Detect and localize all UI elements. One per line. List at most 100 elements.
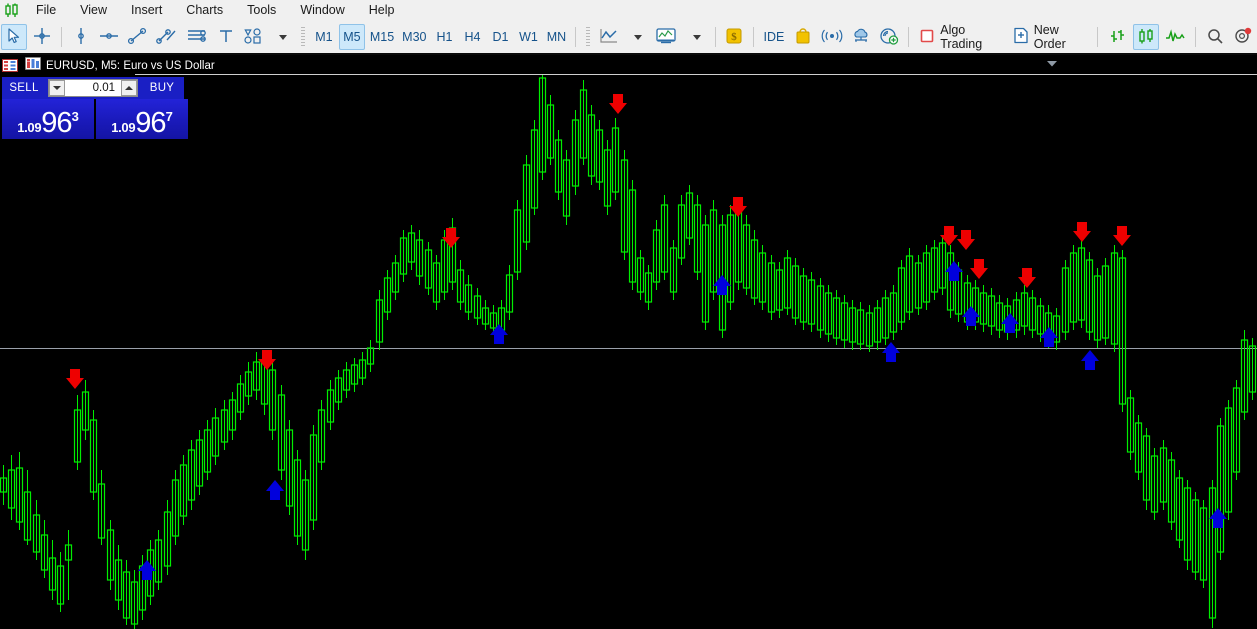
- bid-price[interactable]: 1.09 96 3: [2, 99, 94, 139]
- candle: [1216, 418, 1225, 560]
- trendline-tool-button[interactable]: [124, 24, 150, 50]
- candle: [546, 95, 555, 165]
- market-bag-button[interactable]: [790, 24, 816, 50]
- menu-item-tools[interactable]: Tools: [235, 0, 288, 21]
- menu-item-view[interactable]: View: [68, 0, 119, 21]
- timeframe-mn-button[interactable]: MN: [543, 24, 569, 50]
- shapes-tool-button[interactable]: [241, 24, 267, 50]
- candle: [130, 570, 139, 629]
- chart-canvas[interactable]: [0, 75, 1257, 629]
- copy-signal-button[interactable]: [876, 24, 902, 50]
- timeframe-label: M30: [402, 30, 427, 44]
- line-chart-dropdown-button[interactable]: [624, 24, 650, 50]
- menu-item-help[interactable]: Help: [357, 0, 407, 21]
- dollar-box-icon: $: [725, 27, 743, 48]
- candle: [391, 255, 400, 300]
- volume-value[interactable]: 0.01: [65, 82, 121, 94]
- text-tool-button[interactable]: [213, 24, 239, 50]
- crosshair-tool-button[interactable]: [29, 24, 55, 50]
- timeframe-m15-button[interactable]: M15: [367, 24, 397, 50]
- candle: [1085, 252, 1094, 340]
- timeframe-m5-button[interactable]: M5: [338, 24, 365, 50]
- notification-button[interactable]: [1230, 24, 1256, 50]
- candle: [342, 362, 351, 398]
- candlestick-chart-icon: [1136, 27, 1156, 48]
- signals-button[interactable]: [818, 24, 846, 50]
- bar-chart-button[interactable]: [1104, 24, 1130, 50]
- vps-button[interactable]: [848, 24, 874, 50]
- cursor-tool-button[interactable]: [1, 24, 27, 50]
- chevron-down-icon: [279, 34, 288, 40]
- ask-price[interactable]: 1.09 96 7: [96, 99, 188, 139]
- chevron-down-collapse-icon[interactable]: [1044, 55, 1060, 67]
- candle: [326, 380, 335, 430]
- timeframe-w1-button[interactable]: W1: [515, 24, 541, 50]
- candle: [195, 430, 204, 495]
- candle: [750, 230, 759, 305]
- algo-trading-button[interactable]: Algo Trading: [915, 23, 1007, 51]
- candle: [106, 520, 115, 590]
- timeframe-label: M15: [369, 30, 395, 44]
- candle: [905, 248, 914, 320]
- candle: [562, 150, 571, 225]
- candlestick-chart[interactable]: [0, 75, 1257, 629]
- candlestick-chart-button[interactable]: [1132, 24, 1159, 50]
- candle: [889, 285, 898, 340]
- candle: [505, 265, 514, 320]
- shapes-dropdown-button[interactable]: [269, 24, 295, 50]
- volume-stepper[interactable]: 0.01: [46, 77, 140, 99]
- sell-signal-arrow: [1018, 268, 1036, 288]
- market-dollar-button[interactable]: $: [721, 24, 747, 50]
- candle: [644, 265, 653, 310]
- candle: [824, 285, 833, 342]
- line-mode-button[interactable]: [1161, 24, 1189, 50]
- indicators-button[interactable]: [652, 24, 680, 50]
- trendline-by-angle-tool-button[interactable]: [153, 24, 181, 50]
- candle: [1142, 428, 1151, 510]
- window-tiles-icon[interactable]: [2, 59, 20, 73]
- sell-button[interactable]: SELL: [2, 77, 46, 99]
- chart-tab-eurusd[interactable]: EURUSD, M5: Euro vs US Dollar: [20, 57, 215, 75]
- ide-label: IDE: [763, 30, 785, 44]
- buy-button[interactable]: BUY: [140, 77, 184, 99]
- volume-increase-button[interactable]: [121, 80, 137, 96]
- new-order-button[interactable]: New Order: [1009, 23, 1092, 51]
- menu-item-charts[interactable]: Charts: [174, 0, 235, 21]
- candle: [611, 118, 620, 200]
- toolbar-grip-timeframes[interactable]: [301, 27, 305, 47]
- candle: [595, 120, 604, 190]
- candle: [938, 235, 947, 295]
- timeframe-h4-button[interactable]: H4: [459, 24, 485, 50]
- search-button[interactable]: [1202, 24, 1228, 50]
- new-order-label: New Order: [1033, 23, 1066, 51]
- toolbar-grip-charts[interactable]: [586, 27, 591, 47]
- one-click-trading-panel[interactable]: SELL 0.01 BUY 1.09 96 3 1.09 96 7: [2, 77, 188, 139]
- svg-text:$: $: [732, 31, 738, 43]
- horizontal-line-tool-button[interactable]: [96, 24, 122, 50]
- menu-item-window[interactable]: Window: [288, 0, 356, 21]
- candle: [652, 220, 661, 290]
- timeframe-m30-button[interactable]: M30: [399, 24, 429, 50]
- vertical-line-tool-button[interactable]: [68, 24, 94, 50]
- menu-item-file[interactable]: File: [24, 0, 68, 21]
- timeframe-d1-button[interactable]: D1: [487, 24, 513, 50]
- equidistant-channel-tool-button[interactable]: [183, 24, 211, 50]
- timeframe-m1-button[interactable]: M1: [311, 24, 337, 50]
- copy-signal-icon: [879, 27, 899, 48]
- ide-button[interactable]: IDE: [760, 24, 787, 50]
- menu-item-insert[interactable]: Insert: [119, 0, 174, 21]
- candlestick-logo-icon: [0, 0, 24, 21]
- candle: [767, 255, 776, 320]
- volume-decrease-button[interactable]: [49, 80, 65, 96]
- candle: [73, 395, 82, 470]
- candle: [285, 420, 294, 515]
- timeframe-h1-button[interactable]: H1: [431, 24, 457, 50]
- indicators-dropdown-button[interactable]: [683, 24, 709, 50]
- candle: [538, 75, 547, 180]
- algo-trading-label: Algo Trading: [940, 23, 983, 51]
- timeframe-label: MN: [546, 30, 567, 44]
- horizontal-line-icon: [99, 28, 119, 47]
- candle: [946, 245, 955, 318]
- line-chart-button[interactable]: [596, 24, 622, 50]
- candle: [383, 270, 392, 320]
